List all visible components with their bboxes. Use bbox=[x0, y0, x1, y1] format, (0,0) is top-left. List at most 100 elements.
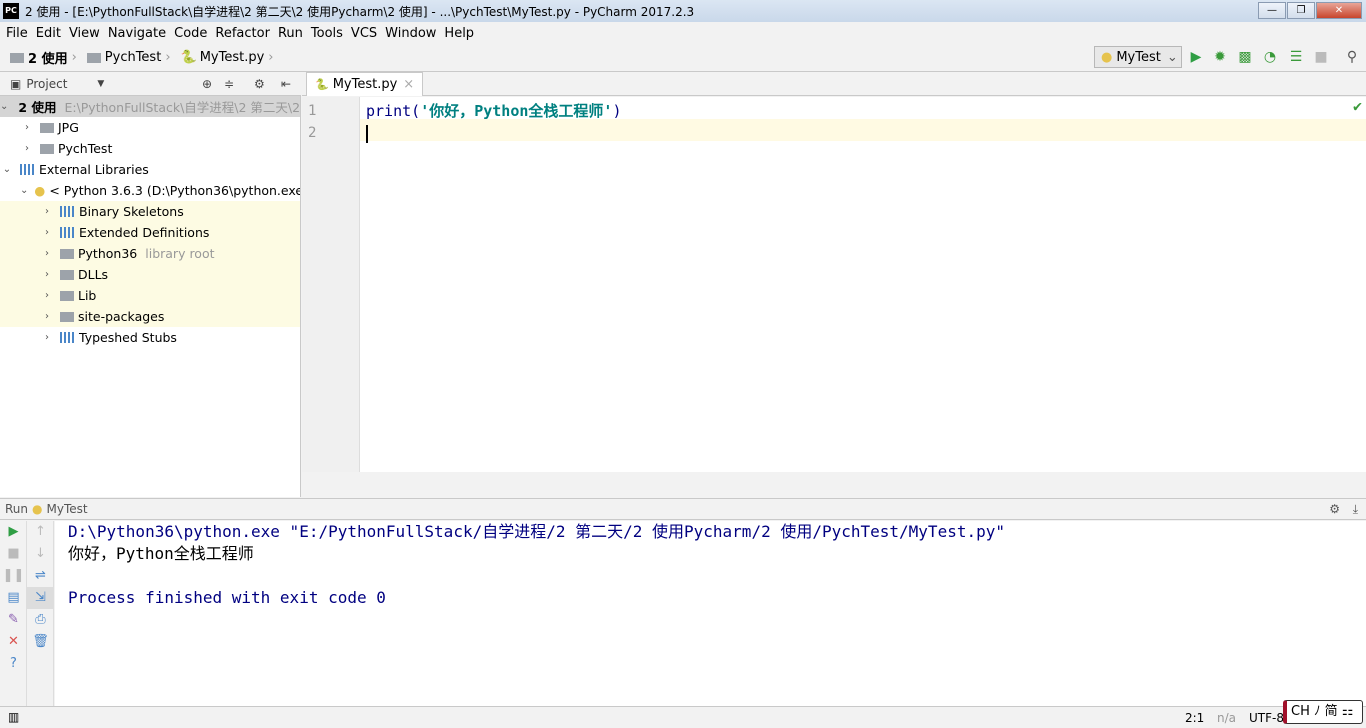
help-icon[interactable]: ? bbox=[0, 653, 27, 675]
library-icon bbox=[60, 332, 74, 343]
run-icon[interactable]: ▶ bbox=[1188, 49, 1204, 65]
menu-edit[interactable]: Edit bbox=[32, 26, 65, 41]
tree-item[interactable]: › PychTest bbox=[0, 138, 300, 159]
tree-item[interactable]: › Typeshed Stubs bbox=[0, 327, 300, 348]
collapse-icon[interactable]: ≑ bbox=[224, 77, 234, 91]
tree-item-label: < Python 3.6.3 (D:\Python36\python.exe) … bbox=[49, 183, 301, 198]
project-view-icon: ▣ bbox=[10, 76, 22, 91]
pin-icon[interactable]: ✎ bbox=[0, 609, 27, 631]
maximize-button[interactable]: ❐ bbox=[1287, 2, 1315, 19]
menu-tools[interactable]: Tools bbox=[307, 26, 347, 41]
hide-icon[interactable]: ⇤ bbox=[281, 77, 291, 91]
project-tree: ⌄ 2 使用 E:\PythonFullStack\自学进程\2 第二天\2 › JPG… bbox=[0, 96, 301, 497]
tree-item-label: JPG bbox=[58, 120, 79, 135]
ime-indicator[interactable]: CH ﾉ 简 ⚏ bbox=[1283, 700, 1363, 724]
inspection-ok-icon: ✔ bbox=[1352, 97, 1362, 115]
restore-layout-icon[interactable]: ▤ bbox=[0, 587, 27, 609]
tree-item-label: 2 使用 bbox=[18, 100, 57, 115]
tree-item[interactable]: › Extended Definitions bbox=[0, 222, 300, 243]
chevron-right-icon[interactable]: › bbox=[20, 122, 34, 133]
library-icon bbox=[60, 227, 74, 238]
menu-code[interactable]: Code bbox=[170, 26, 211, 41]
file-encoding[interactable]: UTF-8 bbox=[1249, 711, 1284, 725]
close-tab-icon[interactable]: × bbox=[403, 77, 414, 92]
folder-icon bbox=[86, 52, 101, 63]
python-file-icon: 🐍 bbox=[315, 78, 329, 91]
scroll-to-end-icon[interactable]: ⇲ bbox=[27, 587, 54, 609]
profile-icon[interactable]: ◔ bbox=[1262, 49, 1278, 65]
chevron-down-icon[interactable]: ⌄ bbox=[0, 101, 8, 112]
gear-icon[interactable]: ⚙ bbox=[1329, 502, 1340, 516]
tree-item-label: DLLs bbox=[78, 267, 109, 282]
chevron-right-icon[interactable]: › bbox=[40, 290, 54, 301]
tree-item-hint: library root bbox=[145, 246, 215, 261]
menu-navigate[interactable]: Navigate bbox=[104, 26, 170, 41]
chevron-right-icon[interactable]: › bbox=[40, 311, 54, 322]
menu-vcs[interactable]: VCS bbox=[347, 26, 381, 41]
tab-mytest[interactable]: 🐍 MyTest.py × bbox=[306, 72, 424, 96]
menu-run[interactable]: Run bbox=[274, 26, 307, 41]
debug-icon[interactable]: ✹ bbox=[1212, 49, 1228, 65]
menu-view[interactable]: View bbox=[65, 26, 104, 41]
library-icon bbox=[60, 206, 74, 217]
run-toolbar: ▶ ■ ❚❚ ▤ ✎ ✕ ? bbox=[0, 521, 27, 706]
close-button[interactable]: ✕ bbox=[1316, 2, 1362, 19]
line-separator[interactable]: n/a bbox=[1217, 711, 1236, 725]
tree-item[interactable]: › Python36 library root bbox=[0, 243, 300, 264]
soft-wrap-icon[interactable]: ⇌ bbox=[27, 565, 54, 587]
chevron-down-icon[interactable]: ⌄ bbox=[0, 164, 14, 175]
chevron-right-icon[interactable]: › bbox=[40, 248, 54, 259]
text-caret bbox=[366, 124, 368, 143]
minimize-button[interactable]: — bbox=[1258, 2, 1286, 19]
code-line-current bbox=[360, 119, 1366, 143]
run-console[interactable]: D:\Python36\python.exe "E:/PythonFullSta… bbox=[55, 521, 1366, 706]
breadcrumb-project[interactable]: 2 使用 › bbox=[10, 48, 81, 67]
python-file-icon: 🐍 bbox=[180, 50, 197, 65]
tree-item-label: Binary Skeletons bbox=[79, 204, 184, 219]
code-editor[interactable]: print('你好，Python全栈工程师') ✔ bbox=[360, 97, 1366, 472]
rerun-icon[interactable]: ▶ bbox=[0, 521, 27, 543]
locate-icon[interactable]: ⊕ bbox=[202, 77, 212, 91]
caret-position[interactable]: 2:1 bbox=[1185, 711, 1204, 725]
folder-icon bbox=[40, 122, 54, 133]
menu-file[interactable]: File bbox=[2, 26, 32, 41]
menu-help[interactable]: Help bbox=[440, 26, 478, 41]
close-icon[interactable]: ✕ bbox=[0, 631, 27, 653]
tree-item[interactable]: › DLLs bbox=[0, 264, 300, 285]
tree-item[interactable]: ⌄ 2 使用 E:\PythonFullStack\自学进程\2 第二天\2 bbox=[0, 96, 300, 117]
chevron-right-icon[interactable]: › bbox=[40, 227, 54, 238]
breadcrumb-file[interactable]: 🐍 MyTest.py › bbox=[181, 50, 278, 65]
menu-window[interactable]: Window bbox=[381, 26, 440, 41]
down-arrow-icon[interactable]: ↓ bbox=[27, 543, 54, 565]
concurrency-icon[interactable]: ☰ bbox=[1288, 49, 1304, 65]
gear-icon[interactable]: ⚙ bbox=[254, 77, 265, 91]
run-tab[interactable]: MyTest bbox=[47, 502, 88, 516]
pause-icon[interactable]: ❚❚ bbox=[0, 565, 27, 587]
up-arrow-icon[interactable]: ↑ bbox=[27, 521, 54, 543]
tree-item[interactable]: › Binary Skeletons bbox=[0, 201, 300, 222]
tree-item[interactable]: › Lib bbox=[0, 285, 300, 306]
tree-item[interactable]: ⌄ External Libraries bbox=[0, 159, 300, 180]
project-view-select[interactable]: Project bbox=[26, 77, 67, 91]
coverage-icon[interactable]: ▩ bbox=[1237, 49, 1253, 65]
menu-refactor[interactable]: Refactor bbox=[211, 26, 274, 41]
run-config-select[interactable]: ● MyTest ⌄ bbox=[1094, 46, 1182, 68]
search-icon[interactable]: ⚲ bbox=[1344, 49, 1360, 65]
line-gutter: 1 2 bbox=[302, 97, 360, 472]
breadcrumb-folder[interactable]: PychTest › bbox=[86, 50, 175, 65]
tree-item[interactable]: ⌄ ● < Python 3.6.3 (D:\Python36\python.exe… bbox=[0, 180, 300, 201]
chevron-right-icon[interactable]: › bbox=[40, 332, 54, 343]
chevron-down-icon[interactable]: ⌄ bbox=[20, 185, 28, 196]
trash-icon[interactable]: 🗑 bbox=[27, 631, 54, 653]
chevron-right-icon[interactable]: › bbox=[20, 143, 34, 154]
tree-item[interactable]: › site-packages bbox=[0, 306, 300, 327]
chevron-right-icon[interactable]: › bbox=[40, 269, 54, 280]
stop-icon[interactable]: ■ bbox=[0, 543, 27, 565]
tree-item[interactable]: › JPG bbox=[0, 117, 300, 138]
tool-windows-icon[interactable]: ▥ bbox=[8, 710, 19, 724]
print-icon[interactable]: ⎙ bbox=[27, 609, 54, 631]
stop-icon[interactable]: ■ bbox=[1313, 49, 1329, 65]
hide-panel-icon[interactable]: ⤓ bbox=[1353, 502, 1358, 517]
chevron-right-icon[interactable]: › bbox=[40, 206, 54, 217]
tree-item-hint: E:\PythonFullStack\自学进程\2 第二天\2 bbox=[64, 100, 301, 115]
